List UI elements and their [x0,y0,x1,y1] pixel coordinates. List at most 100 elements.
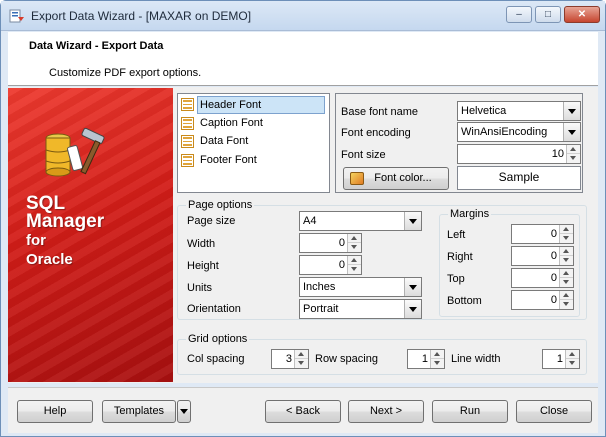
height-label: Height [187,260,219,272]
units-value: Inches [303,281,336,293]
line-width-value: 1 [556,353,563,365]
spinner-buttons[interactable] [559,269,573,287]
margin-left-value: 0 [550,228,557,240]
close-window-button[interactable]: ✕ [564,6,600,23]
orientation-select[interactable]: Portrait [299,299,422,319]
height-spinner[interactable]: 0 [299,255,362,275]
list-item-footer-font[interactable]: Footer Font [180,152,327,170]
orientation-value: Portrait [303,303,339,315]
font-color-button[interactable]: Font color... [343,167,449,190]
spin-up-icon[interactable] [560,247,573,256]
font-sample-preview: Sample [457,166,581,190]
base-font-select[interactable]: Helvetica [457,101,581,121]
spinner-buttons[interactable] [430,350,444,368]
col-spacing-spinner[interactable]: 3 [271,349,309,369]
list-item-caption-font[interactable]: Caption Font [180,115,327,133]
font-size-spinner[interactable]: 10 [457,144,581,164]
page-size-select[interactable]: A4 [299,211,422,231]
back-button[interactable]: < Back [265,400,341,423]
spinner-buttons[interactable] [559,291,573,309]
list-item-label: Footer Font [200,154,257,166]
run-button[interactable]: Run [432,400,508,423]
minimize-button[interactable]: – [506,6,532,23]
margins-title: Margins [448,208,492,220]
width-spinner[interactable]: 0 [299,233,362,253]
spin-down-icon[interactable] [348,243,361,252]
spin-up-icon[interactable] [566,350,579,359]
font-encoding-label: Font encoding [341,127,411,139]
spinner-buttons[interactable] [347,234,361,252]
spin-down-icon[interactable] [560,278,573,287]
spin-up-icon[interactable] [560,225,573,234]
margin-right-spinner[interactable]: 0 [511,246,574,266]
margin-top-value: 0 [550,272,557,284]
chevron-down-icon[interactable] [563,123,580,141]
line-width-spinner[interactable]: 1 [542,349,580,369]
margin-top-label: Top [447,273,465,285]
chevron-down-icon[interactable] [404,300,421,318]
window-title: Export Data Wizard - [MAXAR on DEMO] [31,9,252,23]
font-size-value: 10 [551,148,564,160]
list-item-header-font[interactable]: Header Font [180,96,327,114]
spinner-buttons[interactable] [565,350,579,368]
spin-up-icon[interactable] [348,256,361,265]
list-item-label: Header Font [197,96,325,114]
units-select[interactable]: Inches [299,277,422,297]
title-bar[interactable]: Export Data Wizard - [MAXAR on DEMO] – □… [1,1,605,31]
close-button[interactable]: Close [516,400,592,423]
orientation-label: Orientation [187,303,241,315]
spinner-buttons[interactable] [566,145,580,163]
spinner-buttons[interactable] [559,247,573,265]
spin-up-icon[interactable] [295,350,308,359]
spin-down-icon[interactable] [348,265,361,274]
list-item-data-font[interactable]: Data Font [180,133,327,151]
product-name-line-2: Manager [26,211,105,232]
spin-down-icon[interactable] [567,154,580,163]
back-button-label: < Back [286,405,320,417]
spin-down-icon[interactable] [560,300,573,309]
spin-up-icon[interactable] [431,350,444,359]
next-button-label: Next > [369,405,403,417]
spin-up-icon[interactable] [567,145,580,154]
database-tools-logo-icon [45,127,105,177]
product-name-line-3: for [26,232,46,249]
chevron-down-icon[interactable] [563,102,580,120]
margin-top-spinner[interactable]: 0 [511,268,574,288]
templates-dropdown-button[interactable] [177,400,191,423]
spin-down-icon[interactable] [566,359,579,368]
maximize-button[interactable]: □ [535,6,561,23]
row-spacing-label: Row spacing [315,353,378,365]
spinner-buttons[interactable] [559,225,573,243]
width-value: 0 [338,237,345,249]
help-button[interactable]: Help [17,400,93,423]
margin-bottom-spinner[interactable]: 0 [511,290,574,310]
margin-left-label: Left [447,229,466,241]
chevron-down-icon[interactable] [404,278,421,296]
base-font-value: Helvetica [461,105,507,117]
spin-down-icon[interactable] [560,256,573,265]
font-grid-icon [181,117,194,130]
spin-up-icon[interactable] [348,234,361,243]
chevron-down-icon[interactable] [404,212,421,230]
spinner-buttons[interactable] [294,350,308,368]
spin-down-icon[interactable] [295,359,308,368]
spin-up-icon[interactable] [560,269,573,278]
width-label: Width [187,238,216,250]
font-type-list[interactable]: Header Font Caption Font Data Font Foote… [177,93,330,193]
grid-options-group: Grid options Col spacing 3 Row spacing 1… [177,333,587,375]
spin-up-icon[interactable] [560,291,573,300]
spinner-buttons[interactable] [347,256,361,274]
margin-left-spinner[interactable]: 0 [511,224,574,244]
font-grid-icon [181,135,194,148]
wizard-body: SQL Manager for Oracle Header Font Capti… [8,87,598,383]
font-size-label: Font size [341,149,386,161]
templates-button[interactable]: Templates [102,400,176,423]
font-encoding-select[interactable]: WinAnsiEncoding [457,122,581,142]
spin-down-icon[interactable] [431,359,444,368]
spin-down-icon[interactable] [560,234,573,243]
next-button[interactable]: Next > [348,400,424,423]
wizard-footer: Help Templates < Back Next > Run Close [8,387,598,433]
margin-right-label: Right [447,251,473,263]
row-spacing-spinner[interactable]: 1 [407,349,445,369]
height-value: 0 [338,259,345,271]
